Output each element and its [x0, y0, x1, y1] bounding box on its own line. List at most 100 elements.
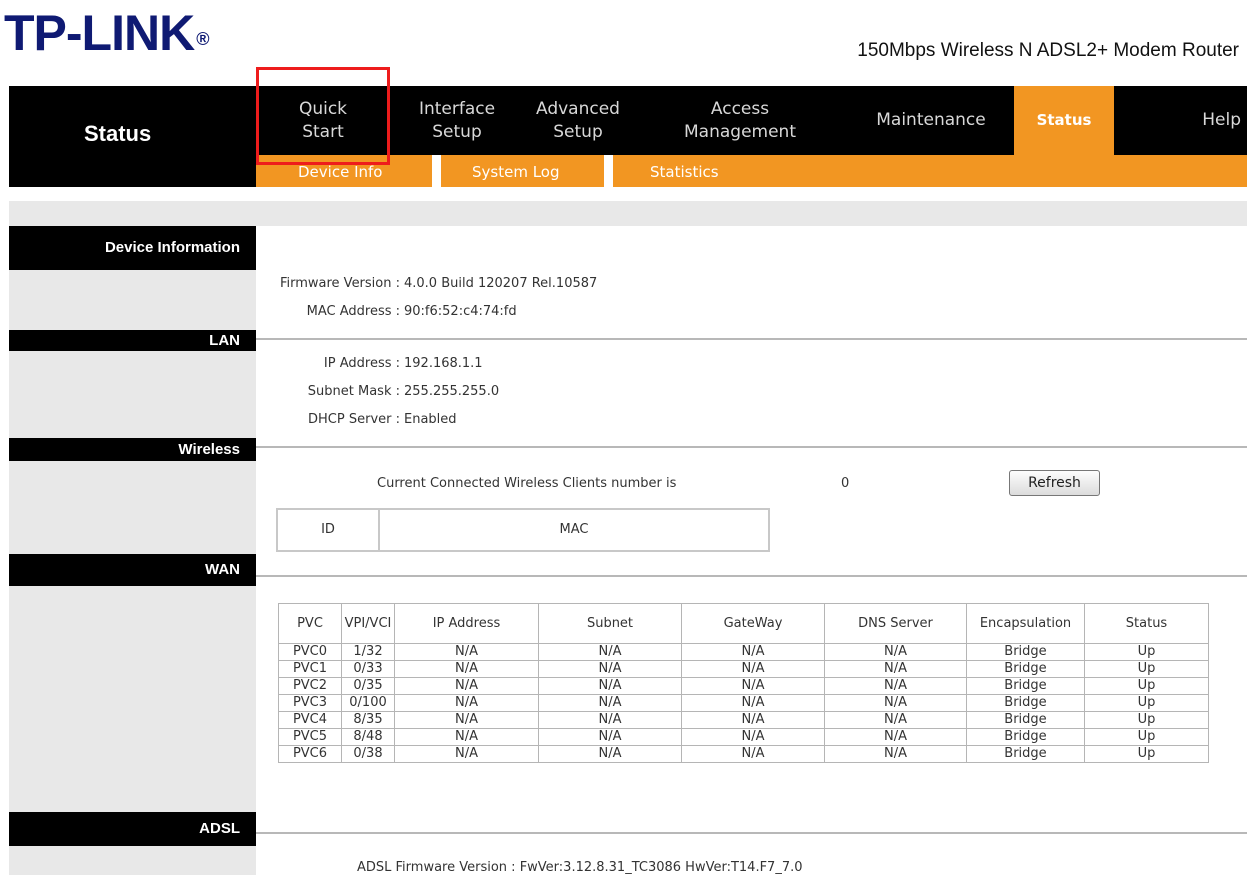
nav-advanced-setup[interactable]: Advanced Setup [524, 86, 632, 155]
status-cell: Up [1084, 677, 1209, 695]
wireless-client-table: ID MAC [276, 508, 770, 552]
subnet-cell: N/A [538, 728, 682, 746]
pvc-cell: PVC4 [278, 711, 342, 729]
gateway-cell: N/A [681, 643, 825, 661]
column-header-encapsulation: Encapsulation [966, 603, 1085, 644]
subnet-cell: N/A [538, 660, 682, 678]
encapsulation-cell: Bridge [966, 677, 1085, 695]
refresh-button[interactable]: Refresh [1009, 470, 1100, 496]
dns-server-cell: N/A [824, 745, 967, 763]
vpi-vci-cell: 0/33 [341, 660, 395, 678]
pvc-cell: PVC2 [278, 677, 342, 695]
gateway-cell: N/A [681, 728, 825, 746]
table-row: PVC1 0/33 N/A N/A N/A N/A Bridge Up [278, 660, 1209, 678]
ip-address-cell: N/A [394, 745, 539, 763]
subnav-device-info[interactable]: Device Info [298, 155, 382, 187]
page-title: Status [84, 121, 152, 146]
nav-quick-start[interactable]: Quick Start [256, 86, 390, 155]
dns-server-cell: N/A [824, 694, 967, 712]
table-row: PVC4 8/35 N/A N/A N/A N/A Bridge Up [278, 711, 1209, 729]
column-header-id: ID [321, 522, 335, 537]
status-cell: Up [1084, 711, 1209, 729]
subnet-cell: N/A [538, 711, 682, 729]
gateway-cell: N/A [681, 694, 825, 712]
section-lan: LAN [9, 330, 256, 351]
dns-server-cell: N/A [824, 660, 967, 678]
vpi-vci-cell: 8/35 [341, 711, 395, 729]
encapsulation-cell: Bridge [966, 745, 1085, 763]
subnav-divider [432, 155, 441, 187]
dns-server-cell: N/A [824, 643, 967, 661]
vpi-vci-cell: 0/35 [341, 677, 395, 695]
sub-nav: Device Info System Log Statistics [256, 155, 1247, 187]
subnet-cell: N/A [538, 643, 682, 661]
subnav-system-log[interactable]: System Log [472, 155, 560, 187]
status-cell: Up [1084, 728, 1209, 746]
table-row: PVC6 0/38 N/A N/A N/A N/A Bridge Up [278, 745, 1209, 763]
logo-text: TP-LINK [4, 5, 195, 61]
subnet-mask-value: 255.255.255.0 [404, 384, 500, 399]
firmware-version-value: 4.0.0 Build 120207 Rel.10587 [404, 276, 598, 291]
pvc-cell: PVC6 [278, 745, 342, 763]
gateway-cell: N/A [681, 711, 825, 729]
nav-access-management[interactable]: Access Management [632, 86, 848, 155]
nav-maintenance[interactable]: Maintenance [848, 86, 1014, 155]
divider [256, 575, 1247, 577]
tp-link-logo: TP-LINK ® [4, 2, 209, 64]
table-row: PVC2 0/35 N/A N/A N/A N/A Bridge Up [278, 677, 1209, 695]
divider [256, 446, 1247, 448]
wan-table: PVC VPI/VCI IP Address Subnet GateWay DN… [278, 603, 1209, 763]
encapsulation-cell: Bridge [966, 694, 1085, 712]
pvc-cell: PVC0 [278, 643, 342, 661]
ip-address-cell: N/A [394, 728, 539, 746]
vpi-vci-cell: 0/100 [341, 694, 395, 712]
lan-ip-value: 192.168.1.1 [404, 356, 483, 371]
left-column [9, 226, 256, 875]
section-device-information: Device Information [9, 226, 256, 270]
wan-header-row: PVC VPI/VCI IP Address Subnet GateWay DN… [278, 603, 1209, 644]
dhcp-server-label: DHCP Server : [308, 412, 400, 427]
main-nav: Quick Start Interface Setup Advanced Set… [256, 86, 1247, 155]
gateway-cell: N/A [681, 745, 825, 763]
vpi-vci-cell: 1/32 [341, 643, 395, 661]
wireless-clients-count: 0 [841, 476, 850, 491]
gateway-cell: N/A [681, 660, 825, 678]
product-name: 150Mbps Wireless N ADSL2+ Modem Router [857, 40, 1239, 61]
firmware-version-label: Firmware Version : [279, 276, 400, 291]
spacer-strip [9, 201, 1247, 226]
registered-mark: ® [196, 29, 209, 49]
lan-ip-label: IP Address : [323, 356, 400, 371]
nav-status[interactable]: Status [1014, 86, 1114, 155]
status-cell: Up [1084, 643, 1209, 661]
vpi-vci-cell: 0/38 [341, 745, 395, 763]
section-wireless: Wireless [9, 438, 256, 461]
column-header-status: Status [1084, 603, 1209, 644]
subnet-cell: N/A [538, 677, 682, 695]
section-adsl: ADSL [9, 812, 256, 846]
mac-address-label: MAC Address : [306, 304, 400, 319]
divider [256, 338, 1247, 340]
encapsulation-cell: Bridge [966, 711, 1085, 729]
mac-address-value: 90:f6:52:c4:74:fd [404, 304, 517, 319]
ip-address-cell: N/A [394, 660, 539, 678]
nav-help[interactable]: Help [1114, 86, 1247, 155]
column-header-subnet: Subnet [538, 603, 682, 644]
status-cell: Up [1084, 745, 1209, 763]
status-cell: Up [1084, 660, 1209, 678]
table-row: PVC3 0/100 N/A N/A N/A N/A Bridge Up [278, 694, 1209, 712]
ip-address-cell: N/A [394, 643, 539, 661]
section-wan: WAN [9, 554, 256, 586]
adsl-firmware-version: ADSL Firmware Version : FwVer:3.12.8.31_… [357, 860, 803, 875]
column-header-ip-address: IP Address [394, 603, 539, 644]
divider [256, 832, 1247, 834]
column-header-dns-server: DNS Server [824, 603, 967, 644]
ip-address-cell: N/A [394, 711, 539, 729]
column-header-mac: MAC [559, 522, 589, 537]
nav-interface-setup[interactable]: Interface Setup [390, 86, 524, 155]
pvc-cell: PVC3 [278, 694, 342, 712]
subnav-statistics[interactable]: Statistics [650, 155, 719, 187]
subnet-mask-label: Subnet Mask : [307, 384, 400, 399]
dhcp-server-value: Enabled [404, 412, 457, 427]
ip-address-cell: N/A [394, 677, 539, 695]
column-header-vpi-vci: VPI/VCI [341, 603, 395, 644]
